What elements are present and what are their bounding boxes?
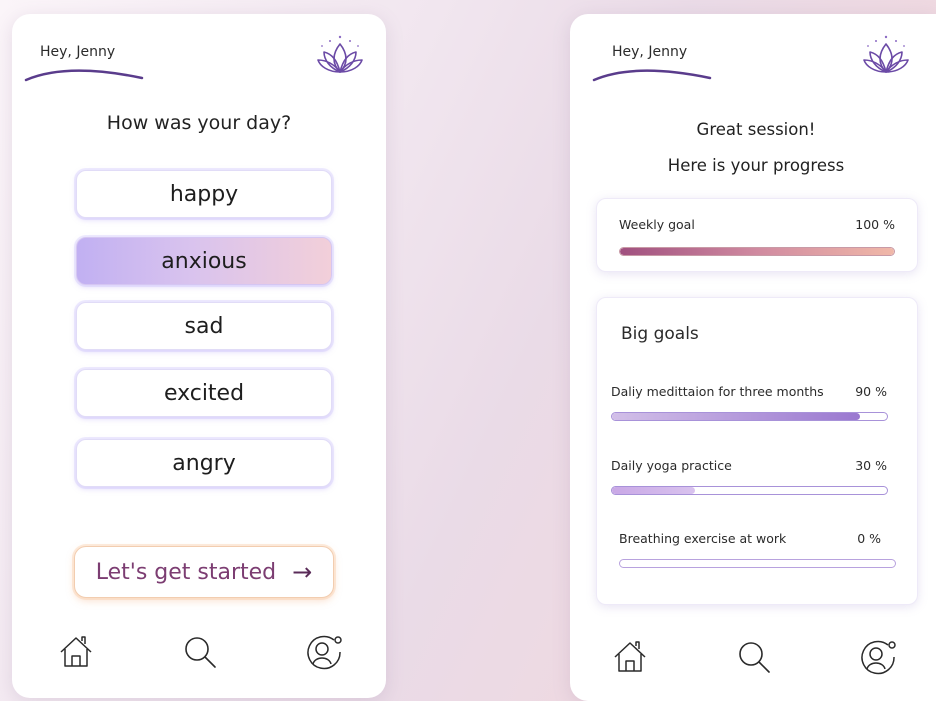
session-heading: Great session!: [696, 120, 816, 139]
get-started-button[interactable]: Let's get started →: [74, 546, 334, 598]
mood-option-happy[interactable]: happy: [76, 170, 332, 218]
goal-progress-fill: [612, 413, 860, 420]
goal-progress-bar: [611, 412, 888, 421]
goal-value: 0 %: [857, 531, 881, 546]
lotus-logo-icon: [317, 35, 363, 73]
goal-progress-fill: [612, 487, 695, 494]
mood-question: How was your day?: [106, 112, 292, 134]
weekly-goal-progress-bar: [619, 247, 895, 256]
search-icon[interactable]: [734, 637, 774, 677]
profile-icon[interactable]: [304, 632, 344, 672]
home-icon[interactable]: [610, 637, 650, 677]
mood-option-anxious[interactable]: anxious: [76, 237, 332, 285]
mood-screen: Hey, Jenny How was your day? happy anxio…: [12, 14, 386, 698]
search-icon[interactable]: [180, 632, 220, 672]
wave-decoration: [24, 69, 144, 82]
wave-decoration: [592, 69, 712, 82]
goal-label: Breathing exercise at work: [619, 531, 787, 546]
weekly-goal-card: Weekly goal 100 %: [596, 198, 918, 272]
lotus-logo-icon: [863, 35, 909, 73]
greeting: Hey, Jenny: [612, 44, 688, 60]
goal-progress-bar: [619, 559, 896, 568]
goal-label: Daliy medittaion for three months: [611, 384, 824, 399]
bottom-nav: [570, 637, 936, 681]
profile-icon[interactable]: [858, 637, 898, 677]
bottom-nav: [12, 632, 386, 676]
arrow-right-icon: →: [292, 558, 313, 586]
progress-screen: Hey, Jenny Great session! Here is your p…: [570, 14, 936, 701]
progress-subheading: Here is your progress: [667, 156, 845, 175]
goal-label: Daily yoga practice: [611, 458, 732, 473]
weekly-goal-value: 100 %: [855, 217, 895, 232]
get-started-label: Let's get started: [95, 559, 277, 585]
goal-value: 30 %: [855, 458, 887, 473]
mood-option-excited[interactable]: excited: [76, 369, 332, 417]
mood-option-sad[interactable]: sad: [76, 302, 332, 350]
goal-progress-bar: [611, 486, 888, 495]
big-goals-title: Big goals: [621, 324, 699, 344]
weekly-goal-label: Weekly goal: [619, 217, 695, 232]
big-goals-card: Big goals Daliy medittaion for three mon…: [596, 297, 918, 605]
weekly-goal-progress-fill: [620, 248, 894, 255]
mood-option-angry[interactable]: angry: [76, 439, 332, 487]
home-icon[interactable]: [56, 632, 96, 672]
goal-value: 90 %: [855, 384, 887, 399]
greeting: Hey, Jenny: [40, 44, 116, 60]
